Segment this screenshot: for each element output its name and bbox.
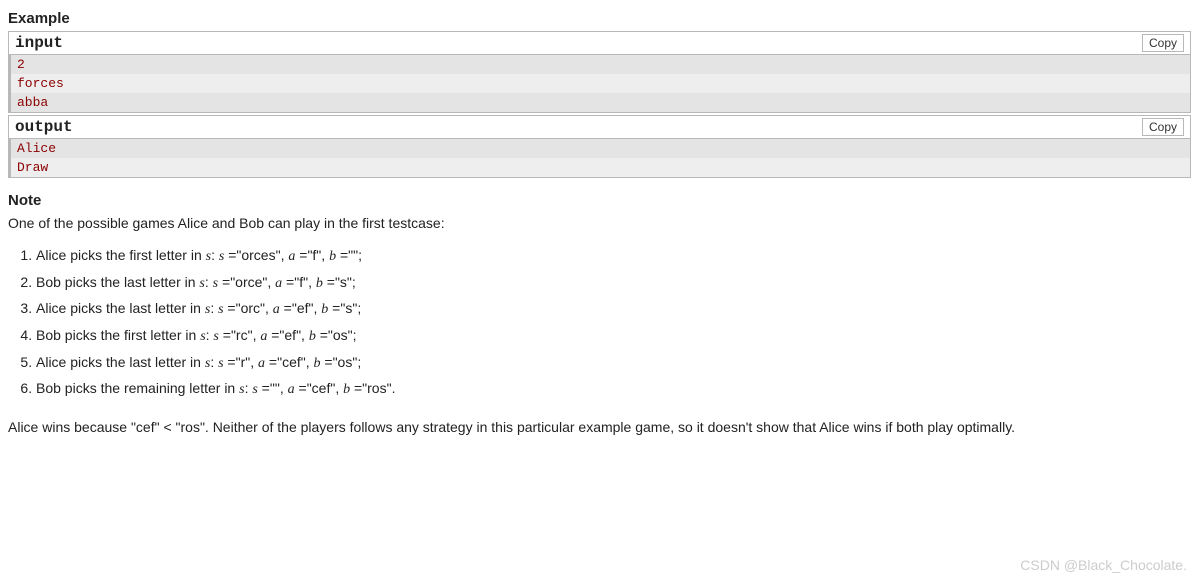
- input-line: forces: [11, 74, 1190, 93]
- note-heading: Note: [8, 192, 1191, 209]
- output-line: Draw: [11, 158, 1190, 177]
- note-step: Bob picks the remaining letter in s: s =…: [36, 378, 1191, 401]
- output-block: output Copy Alice Draw: [8, 115, 1191, 178]
- copy-input-button[interactable]: Copy: [1142, 34, 1184, 52]
- note-step: Bob picks the first letter in s: s ="rc"…: [36, 325, 1191, 348]
- input-header: input Copy: [9, 32, 1190, 55]
- input-block: input Copy 2 forces abba: [8, 31, 1191, 113]
- input-line: abba: [11, 93, 1190, 112]
- note-step: Bob picks the last letter in s: s ="orce…: [36, 272, 1191, 295]
- output-body: Alice Draw: [9, 139, 1190, 177]
- note-steps-list: Alice picks the first letter in s: s ="o…: [36, 245, 1191, 401]
- note-step: Alice picks the last letter in s: s ="or…: [36, 298, 1191, 321]
- var-b: b: [329, 249, 336, 264]
- input-line: 2: [11, 55, 1190, 74]
- note-intro: One of the possible games Alice and Bob …: [8, 215, 1191, 231]
- var-a: a: [288, 249, 295, 264]
- output-header: output Copy: [9, 116, 1190, 139]
- note-outro: Alice wins because "cef" < "ros". Neithe…: [8, 417, 1191, 438]
- note-step: Alice picks the first letter in s: s ="o…: [36, 245, 1191, 268]
- example-heading: Example: [8, 10, 1191, 27]
- var-s: s: [206, 249, 211, 264]
- output-label: output: [15, 118, 73, 136]
- copy-output-button[interactable]: Copy: [1142, 118, 1184, 136]
- watermark: CSDN @Black_Chocolate.: [1020, 557, 1187, 573]
- input-label: input: [15, 34, 63, 52]
- input-body: 2 forces abba: [9, 55, 1190, 112]
- note-step: Alice picks the last letter in s: s ="r"…: [36, 352, 1191, 375]
- output-line: Alice: [11, 139, 1190, 158]
